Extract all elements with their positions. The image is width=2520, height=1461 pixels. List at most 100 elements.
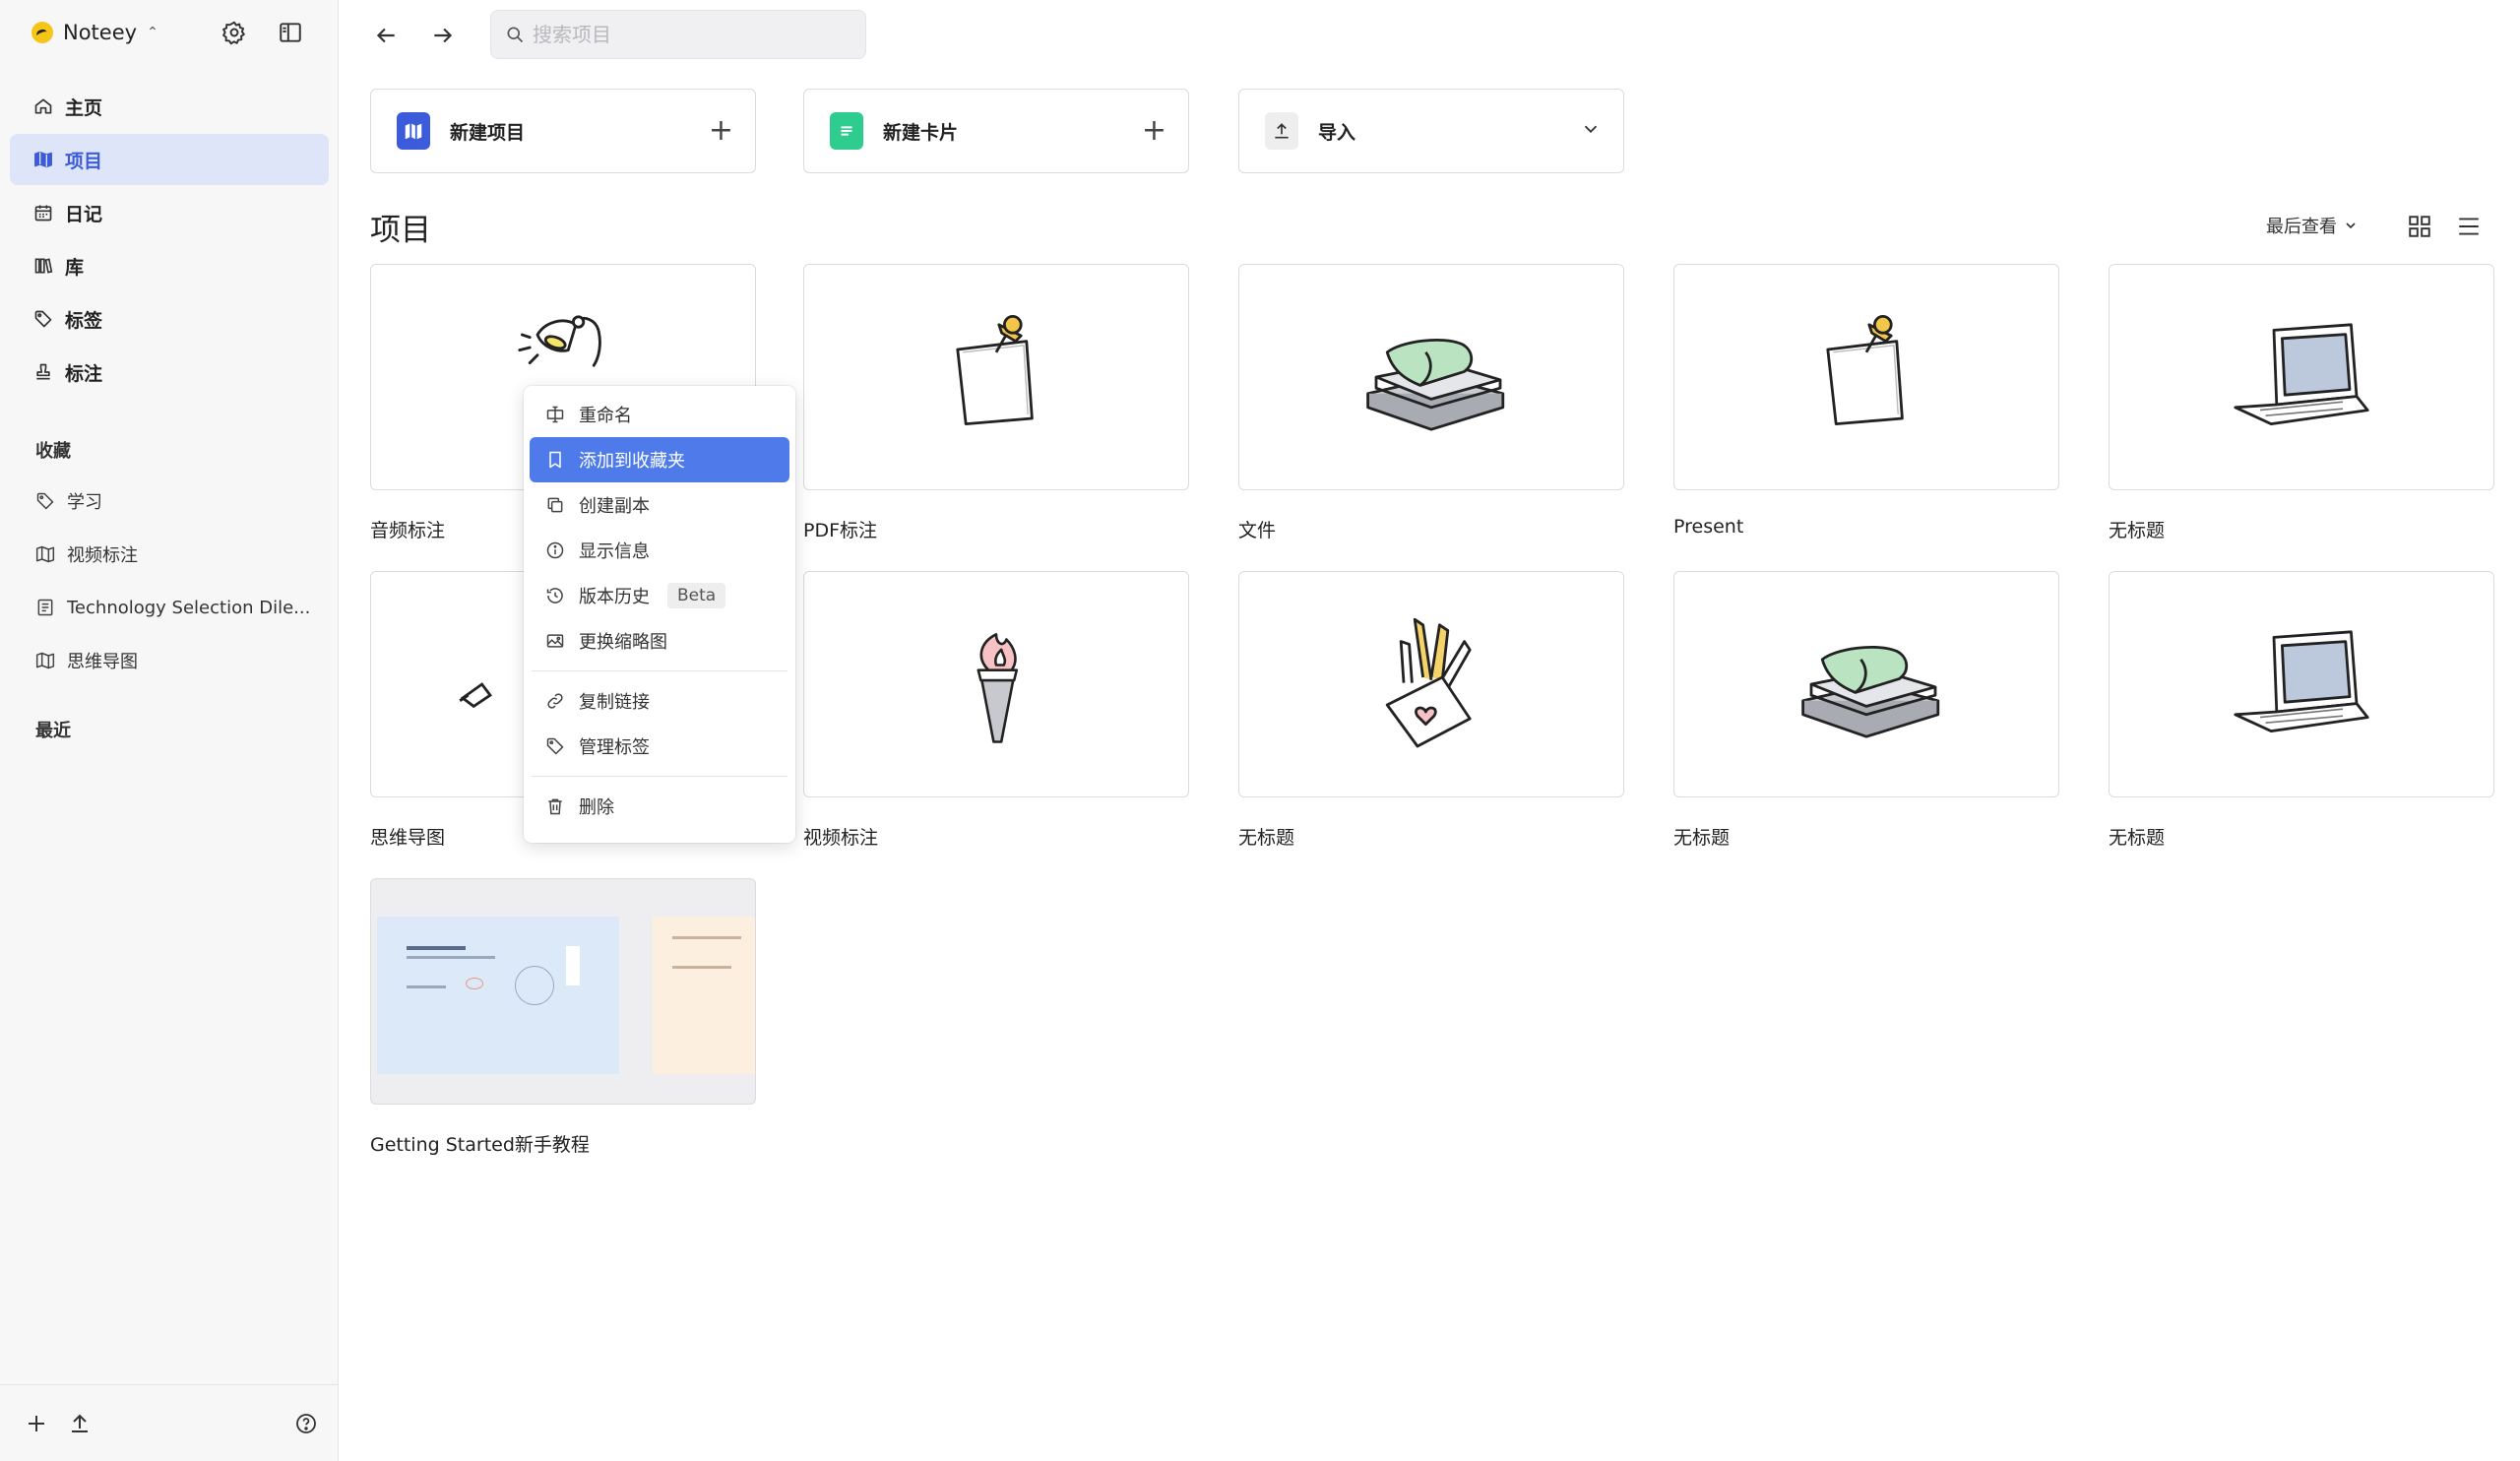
torch-icon: [976, 633, 1019, 743]
import-button[interactable]: 导入: [1238, 89, 1624, 173]
plus-icon: +: [708, 113, 733, 148]
sort-label: 最后查看: [2266, 217, 2337, 237]
project-tile[interactable]: Getting Started新手教程: [370, 878, 756, 1157]
menu-item-show-info[interactable]: 显示信息: [530, 528, 789, 573]
new-project-button[interactable]: 新建项目 +: [370, 89, 756, 173]
workspace-name: Noteey: [63, 21, 138, 44]
plus-icon: +: [1141, 113, 1166, 148]
list-view-icon[interactable]: [2453, 211, 2485, 242]
project-thumbnail[interactable]: [1238, 571, 1624, 797]
sidebar-item-label: 项目: [65, 150, 103, 172]
project-thumbnail[interactable]: [370, 878, 756, 1105]
chevron-down-icon[interactable]: [1580, 116, 1602, 146]
project-thumbnail[interactable]: [2109, 264, 2494, 490]
grid-view-icon[interactable]: [2404, 211, 2435, 242]
sidebar-item-tags[interactable]: 标签: [10, 293, 329, 345]
search-box[interactable]: [490, 10, 866, 59]
sidebar: Noteey ⌃ 主页 项目 日记 库 标签 标注 收藏 学习 视频标注 Tec…: [0, 0, 339, 1461]
info-icon: [546, 541, 564, 559]
arrow-right-icon: [434, 28, 453, 43]
page-title: 项目: [370, 213, 431, 248]
project-tile[interactable]: 无标题: [1238, 571, 1624, 850]
project-thumbnail[interactable]: [2109, 571, 2494, 797]
menu-divider: [532, 670, 788, 671]
menu-item-rename[interactable]: 重命名: [530, 392, 789, 437]
card-document-icon: [830, 112, 863, 150]
laptop-icon: [2234, 630, 2369, 732]
menu-item-label: 管理标签: [579, 737, 650, 758]
bookmark-icon: [549, 451, 561, 469]
gear-icon[interactable]: [220, 18, 249, 47]
project-thumbnail[interactable]: [1673, 571, 2059, 797]
sidebar-item-label: 日记: [65, 203, 103, 225]
project-title: PDF标注: [803, 520, 878, 541]
project-tile[interactable]: PDF标注: [803, 264, 1189, 542]
menu-item-delete[interactable]: 删除: [530, 784, 789, 829]
workspace-switcher[interactable]: Noteey ⌃: [32, 18, 158, 47]
sidebar-item-home[interactable]: 主页: [10, 81, 329, 132]
favorite-item[interactable]: 学习: [10, 475, 329, 528]
project-title: 无标题: [1673, 827, 1731, 849]
context-menu: 重命名 添加到收藏夹 创建副本 显示信息 版本历史 Beta 更换缩略图 复制链…: [524, 386, 795, 843]
rename-icon: [546, 406, 564, 423]
project-map-icon: [397, 112, 430, 150]
upload-icon[interactable]: [65, 1409, 94, 1438]
plus-icon[interactable]: [22, 1409, 51, 1438]
back-button[interactable]: [368, 18, 404, 53]
new-project-label: 新建项目: [450, 121, 526, 144]
pinned-note-icon: [956, 315, 1034, 425]
import-label: 导入: [1318, 121, 1356, 144]
menu-item-label: 复制链接: [579, 692, 650, 713]
project-tile[interactable]: 无标题: [2109, 571, 2494, 850]
link-icon: [547, 693, 563, 709]
calendar-icon: [34, 205, 52, 222]
library-icon: [34, 258, 53, 274]
canvas-preview-image: [377, 917, 755, 1104]
menu-item-change-thumbnail[interactable]: 更换缩略图: [530, 618, 789, 664]
project-thumbnail[interactable]: [803, 571, 1189, 797]
sidebar-item-annotations[interactable]: 标注: [10, 347, 329, 398]
main-nav: 主页 项目 日记 库 标签 标注: [10, 81, 329, 400]
menu-item-copy-link[interactable]: 复制链接: [530, 678, 789, 724]
favorites-list: 学习 视频标注 Technology Selection Dile... 思维导…: [10, 475, 329, 687]
favorite-item-label: 视频标注: [67, 545, 138, 566]
sidebar-toggle-icon[interactable]: [276, 18, 305, 47]
import-upload-icon: [1265, 112, 1298, 150]
help-icon[interactable]: [291, 1409, 321, 1438]
image-icon: [546, 634, 564, 648]
project-thumbnail[interactable]: [1238, 264, 1624, 490]
menu-item-duplicate[interactable]: 创建副本: [530, 482, 789, 528]
project-title: 文件: [1238, 520, 1277, 541]
project-title: 无标题: [1238, 827, 1295, 849]
map-icon: [35, 545, 55, 563]
menu-item-label: 版本历史: [579, 587, 650, 607]
sort-dropdown[interactable]: 最后查看: [2266, 213, 2359, 238]
project-tile[interactable]: 视频标注: [803, 571, 1189, 850]
project-title: 无标题: [2109, 520, 2166, 541]
search-input[interactable]: [533, 23, 848, 46]
menu-divider: [532, 776, 788, 777]
favorite-item-label: 学习: [67, 492, 102, 513]
sidebar-item-journal[interactable]: 日记: [10, 187, 329, 238]
arrow-left-icon: [376, 28, 395, 43]
project-tile[interactable]: Present: [1673, 264, 2059, 538]
menu-item-add-to-favorites[interactable]: 添加到收藏夹: [530, 437, 789, 482]
sidebar-item-projects[interactable]: 项目: [10, 134, 329, 185]
favorite-item[interactable]: 思维导图: [10, 634, 329, 687]
sidebar-item-label: 标注: [65, 362, 103, 385]
favorite-item[interactable]: Technology Selection Dile...: [10, 581, 329, 634]
menu-item-version-history[interactable]: 版本历史 Beta: [530, 573, 789, 618]
sidebar-item-library[interactable]: 库: [10, 240, 329, 291]
menu-item-manage-tags[interactable]: 管理标签: [530, 724, 789, 769]
project-thumbnail[interactable]: [1673, 264, 2059, 490]
project-tile[interactable]: 无标题: [1673, 571, 2059, 850]
map-icon: [35, 652, 55, 669]
project-tile[interactable]: 文件: [1238, 264, 1624, 542]
new-card-button[interactable]: 新建卡片 +: [803, 89, 1189, 173]
project-tile[interactable]: 无标题: [2109, 264, 2494, 542]
project-thumbnail[interactable]: [803, 264, 1189, 490]
forward-button[interactable]: [425, 18, 461, 53]
favorite-item[interactable]: 视频标注: [10, 528, 329, 581]
book-stack-icon: [1801, 645, 1940, 738]
map-icon: [34, 151, 52, 168]
